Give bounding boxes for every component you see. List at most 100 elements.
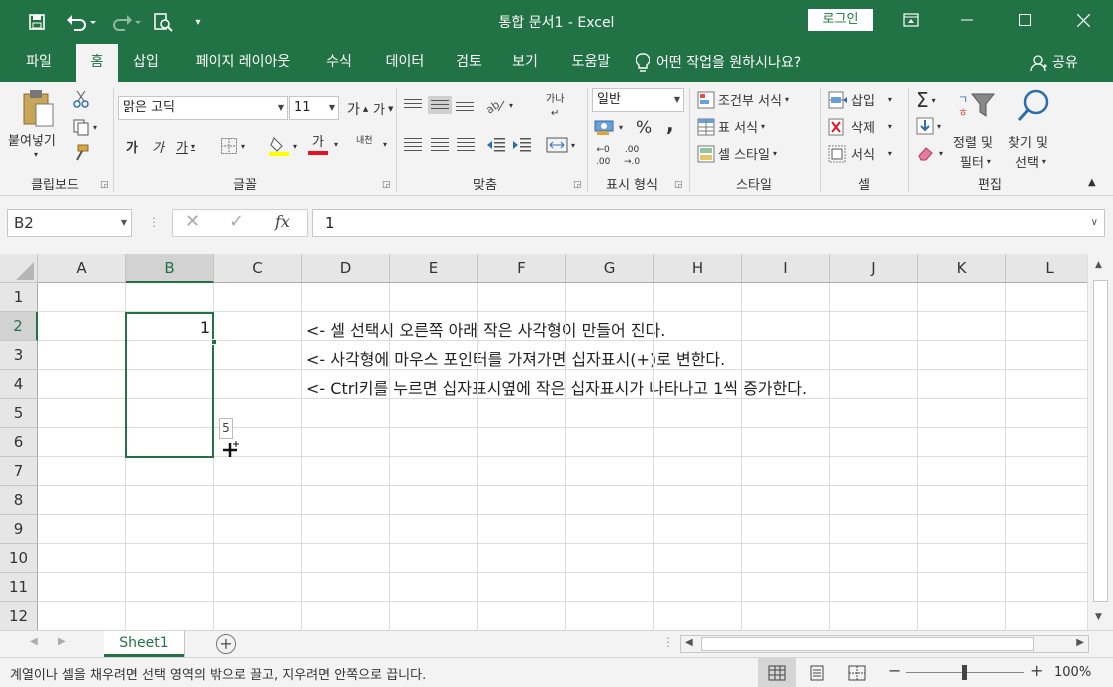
prev-sheet-icon[interactable]: ◀ bbox=[30, 636, 38, 647]
column-header-d[interactable]: D bbox=[302, 254, 390, 283]
row-header-5[interactable]: 5 bbox=[0, 399, 38, 428]
fill-icon[interactable]: ▾ bbox=[916, 117, 941, 135]
column-header-e[interactable]: E bbox=[390, 254, 478, 283]
column-header-k[interactable]: K bbox=[918, 254, 1006, 283]
bold-button[interactable]: 가 bbox=[126, 137, 138, 156]
formula-input[interactable]: 1 ∨ bbox=[312, 209, 1105, 237]
cell-D4[interactable]: <- Ctrl키를 누르면 십자표시옆에 작은 십자표시가 나타나고 1씩 증가… bbox=[306, 375, 807, 399]
column-header-l[interactable]: L bbox=[1006, 254, 1094, 283]
tab-splitter-icon[interactable]: ⋮ bbox=[662, 635, 674, 649]
tab-view[interactable]: 보기 bbox=[502, 44, 548, 82]
delete-cells-button[interactable]: 삭제 ▾ bbox=[828, 117, 892, 136]
phonetic-button[interactable]: 내천 bbox=[356, 136, 373, 146]
collapse-ribbon-icon[interactable]: ▲ bbox=[1088, 177, 1096, 188]
italic-button[interactable]: 가 bbox=[152, 137, 164, 156]
share-button[interactable]: 공유 bbox=[1030, 44, 1092, 82]
cell-D3[interactable]: <- 사각형에 마우스 포인터를 가져가면 십자표시(+)로 변한다. bbox=[306, 346, 725, 370]
insert-cells-button[interactable]: 삽입 ▾ bbox=[828, 90, 892, 109]
underline-button[interactable]: 가 ▾ bbox=[176, 137, 195, 156]
row-header-7[interactable]: 7 bbox=[0, 457, 38, 486]
tab-help[interactable]: 도움말 bbox=[560, 44, 622, 82]
alignment-launcher-icon[interactable]: ◲ bbox=[573, 180, 582, 190]
tab-home[interactable]: 홈 bbox=[76, 44, 118, 84]
close-icon[interactable] bbox=[1060, 0, 1106, 40]
accounting-format-icon[interactable]: ▾ bbox=[594, 118, 623, 136]
vertical-scroll-thumb[interactable] bbox=[1093, 280, 1108, 602]
column-header-i[interactable]: I bbox=[742, 254, 830, 283]
enter-icon[interactable]: ✓ bbox=[229, 211, 244, 232]
comma-button[interactable]: , bbox=[666, 112, 674, 136]
worksheet-grid[interactable]: 1 <- 셀 선택시 오른쪽 아래 작은 사각형이 만들어 진다. <- 사각형… bbox=[0, 254, 1113, 631]
row-header-6[interactable]: 6 bbox=[0, 428, 38, 457]
orientation-icon[interactable]: ab ▾ bbox=[484, 96, 513, 114]
wrap-text-button[interactable]: 가나 ↵ bbox=[546, 94, 564, 119]
scroll-up-icon[interactable]: ▲ bbox=[1095, 260, 1102, 270]
paste-dropdown-icon[interactable]: ▾ bbox=[34, 150, 38, 159]
font-size-select[interactable]: 11 ▼ bbox=[289, 96, 339, 120]
column-header-a[interactable]: A bbox=[38, 254, 126, 283]
zoom-slider-thumb[interactable] bbox=[962, 665, 967, 680]
tab-formulas[interactable]: 수식 bbox=[316, 44, 362, 82]
copy-icon[interactable]: ▾ bbox=[72, 118, 97, 136]
sort-filter-label[interactable]: 정렬 및 bbox=[953, 132, 993, 151]
number-launcher-icon[interactable]: ◲ bbox=[674, 180, 683, 190]
select-all-button[interactable] bbox=[0, 254, 38, 283]
sort-filter-label-2[interactable]: 필터 ▾ bbox=[960, 152, 991, 171]
paste-button[interactable] bbox=[20, 88, 56, 128]
cell-styles-button[interactable]: 셀 스타일 ▾ bbox=[697, 144, 777, 163]
fill-handle[interactable] bbox=[211, 339, 217, 345]
tab-review[interactable]: 검토 bbox=[446, 44, 492, 82]
align-center-icon[interactable] bbox=[431, 138, 449, 152]
row-header-3[interactable]: 3 bbox=[0, 341, 38, 370]
shrink-font-button[interactable]: 가 ▼ bbox=[373, 99, 393, 118]
clipboard-launcher-icon[interactable]: ◲ bbox=[100, 180, 109, 190]
login-button[interactable]: 로그인 bbox=[808, 9, 873, 31]
increase-decimal-icon[interactable]: ←0.00 bbox=[596, 146, 610, 167]
column-header-f[interactable]: F bbox=[478, 254, 566, 283]
conditional-formatting-button[interactable]: 조건부 서식 ▾ bbox=[697, 90, 789, 109]
row-header-10[interactable]: 10 bbox=[0, 544, 38, 573]
align-right-icon[interactable] bbox=[457, 138, 475, 152]
row-header-2[interactable]: 2 bbox=[0, 312, 38, 341]
font-color-dropdown-icon[interactable]: ▾ bbox=[334, 140, 338, 149]
column-header-h[interactable]: H bbox=[654, 254, 742, 283]
tell-me-box[interactable]: 어떤 작업을 원하시나요? bbox=[636, 44, 836, 82]
row-header-8[interactable]: 8 bbox=[0, 486, 38, 515]
phonetic-dropdown-icon[interactable]: ▾ bbox=[383, 140, 387, 149]
sheet-tab-sheet1[interactable]: Sheet1 bbox=[104, 631, 184, 657]
increase-indent-icon[interactable] bbox=[512, 136, 532, 154]
font-name-select[interactable]: 맑은 고딕 ▼ bbox=[118, 96, 288, 120]
cell-D2[interactable]: <- 셀 선택시 오른쪽 아래 작은 사각형이 만들어 진다. bbox=[306, 317, 665, 341]
column-header-b[interactable]: B bbox=[126, 254, 214, 283]
cancel-icon[interactable]: ✕ bbox=[185, 211, 200, 232]
align-top-icon[interactable] bbox=[404, 99, 422, 109]
column-header-j[interactable]: J bbox=[830, 254, 918, 283]
column-header-c[interactable]: C bbox=[214, 254, 302, 283]
scroll-left-icon[interactable]: ◀ bbox=[685, 637, 693, 648]
tab-file[interactable]: 파일 bbox=[10, 44, 68, 82]
cut-icon[interactable] bbox=[72, 90, 90, 108]
format-cells-button[interactable]: 서식 ▾ bbox=[828, 144, 892, 163]
scroll-down-icon[interactable]: ▼ bbox=[1095, 612, 1102, 622]
merge-center-icon[interactable]: ▾ bbox=[546, 136, 575, 154]
paste-label[interactable]: 붙여넣기 bbox=[8, 130, 56, 149]
row-header-11[interactable]: 11 bbox=[0, 573, 38, 602]
new-sheet-icon[interactable]: + bbox=[216, 634, 236, 654]
tab-page-layout[interactable]: 페이지 레이아웃 bbox=[180, 44, 306, 82]
ribbon-display-options-icon[interactable] bbox=[888, 0, 934, 40]
autosum-icon[interactable]: Σ ▾ bbox=[916, 88, 936, 112]
format-painter-icon[interactable] bbox=[72, 144, 90, 162]
font-launcher-icon[interactable]: ◲ bbox=[382, 180, 391, 190]
maximize-icon[interactable] bbox=[1002, 0, 1048, 40]
borders-icon[interactable]: ▾ bbox=[220, 137, 245, 155]
font-color-button[interactable]: 가 bbox=[308, 135, 328, 155]
clear-icon[interactable]: ▾ bbox=[916, 144, 943, 162]
horizontal-scrollbar[interactable]: ◀ ▶ bbox=[680, 635, 1089, 653]
name-box[interactable]: B2 ▼ bbox=[7, 209, 132, 237]
fill-color-icon[interactable]: ▾ bbox=[268, 135, 297, 157]
zoom-out-icon[interactable]: − bbox=[888, 661, 901, 680]
row-header-12[interactable]: 12 bbox=[0, 602, 38, 631]
number-format-select[interactable]: 일반 ▼ bbox=[592, 88, 684, 112]
find-select-icon[interactable] bbox=[1016, 88, 1052, 124]
page-break-view-icon[interactable] bbox=[848, 665, 866, 685]
